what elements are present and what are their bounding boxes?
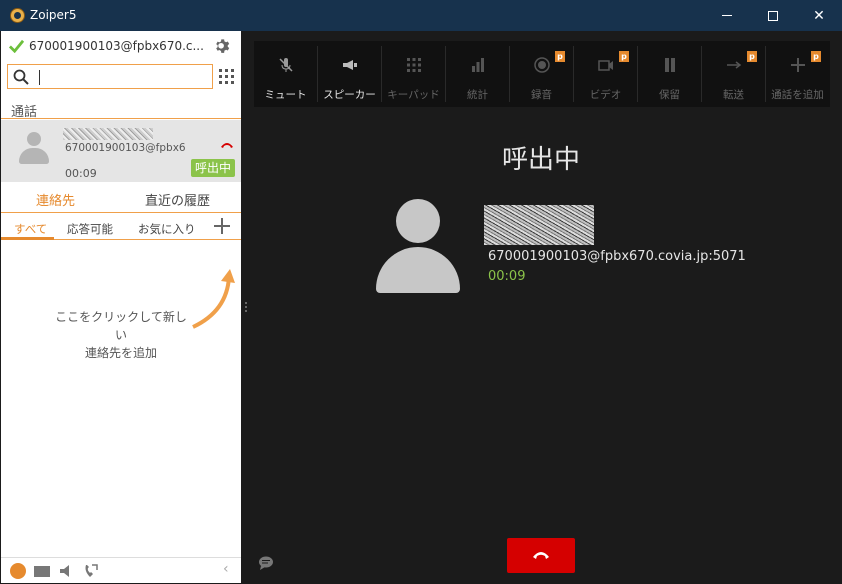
premium-badge: p <box>811 51 821 62</box>
phone-icon[interactable] <box>10 563 26 579</box>
premium-badge: p <box>619 51 629 62</box>
call-timer: 00:09 <box>488 269 526 284</box>
video-label: ビデオ <box>589 89 622 101</box>
tab-contacts[interactable]: 連絡先 <box>36 190 75 209</box>
title-bar: Zoiper5 ✕ <box>0 0 842 31</box>
left-panel: 670001900103@fpbx670.c... 通話 67000190010… <box>1 31 241 583</box>
filter-underline <box>1 237 54 240</box>
collapse-panel-icon[interactable]: ‹ <box>223 561 239 577</box>
zoiper-logo-icon <box>10 8 25 23</box>
hold-button[interactable]: 保留 <box>638 41 701 107</box>
keypad-icon <box>407 58 421 72</box>
hangup-icon <box>533 552 549 559</box>
curved-arrow-icon <box>192 269 235 329</box>
account-row[interactable]: 670001900103@fpbx670.c... <box>1 31 241 61</box>
record-button[interactable]: p 録音 <box>510 41 573 107</box>
active-call-item[interactable]: 670001900103@fpbx6... 00:09 呼出中 <box>1 120 241 182</box>
gear-icon[interactable] <box>214 38 231 55</box>
video-button[interactable]: p ビデオ <box>574 41 637 107</box>
calls-section-label: 通話 <box>11 105 38 120</box>
contact-filters: すべて 応答可能 お気に入り <box>1 214 241 240</box>
video-icon <box>598 60 613 71</box>
speaker-icon[interactable] <box>59 563 75 579</box>
dialpad-icon[interactable] <box>219 69 234 84</box>
hint-line-2: 連絡先を追加 <box>84 346 157 360</box>
speaker-button[interactable]: スピーカー <box>318 41 381 107</box>
transfer-icon <box>727 61 742 69</box>
minimize-button[interactable] <box>704 0 750 31</box>
hint-line-1: ここをクリックして新しい <box>55 310 187 342</box>
blurred-contact-name <box>484 205 594 245</box>
window-title: Zoiper5 <box>30 8 77 22</box>
record-icon <box>534 57 550 73</box>
tab-recent[interactable]: 直近の履歴 <box>145 190 210 209</box>
search-icon <box>13 69 29 85</box>
calls-section-header: 通話 <box>1 97 241 120</box>
speaker-label: スピーカー <box>323 89 376 101</box>
speaker-icon <box>343 60 357 70</box>
chat-icon[interactable] <box>258 556 274 570</box>
filter-favorites[interactable]: お気に入り <box>138 221 196 237</box>
close-button[interactable]: ✕ <box>796 0 842 31</box>
panel-splitter[interactable] <box>241 31 251 583</box>
add-call-button[interactable]: p 通話を追加 <box>766 41 829 107</box>
call-status-title: 呼出中 <box>501 145 580 175</box>
check-icon <box>9 39 24 53</box>
filter-all[interactable]: すべて <box>14 221 47 237</box>
mute-button[interactable]: ミュート <box>254 41 317 107</box>
search-box[interactable] <box>7 64 213 89</box>
stats-button[interactable]: 統計 <box>446 41 509 107</box>
keypad-label: キーパッド <box>387 89 440 101</box>
contact-avatar-icon <box>376 199 460 293</box>
add-call-label: 通話を追加 <box>771 89 824 101</box>
mail-icon[interactable] <box>34 566 50 577</box>
premium-badge: p <box>747 51 757 62</box>
account-name: 670001900103@fpbx670.c... <box>29 39 204 53</box>
search-input[interactable] <box>42 66 208 87</box>
bottom-bar: ‹ <box>1 557 241 583</box>
record-label: 録音 <box>531 89 552 101</box>
add-contact-icon[interactable] <box>214 218 230 234</box>
call-item-time: 00:09 <box>65 167 97 180</box>
contact-address: 670001900103@fpbx670.covia.jp:5071 <box>488 249 746 264</box>
avatar-icon <box>19 132 49 166</box>
add-call-icon <box>791 58 805 72</box>
transfer-button[interactable]: p 転送 <box>702 41 765 107</box>
stats-icon <box>472 58 484 72</box>
mute-label: ミュート <box>264 89 307 101</box>
stats-label: 統計 <box>467 89 488 101</box>
hangup-button[interactable] <box>507 538 575 573</box>
call-toolbar: ミュート スピーカー キーパッド 統計 p 録音 p ビデオ 保留 p 転送 p… <box>254 41 830 107</box>
hold-icon <box>665 58 675 72</box>
blurred-contact-name <box>63 128 153 140</box>
call-panel: ミュート スピーカー キーパッド 統計 p 録音 p ビデオ 保留 p 転送 p… <box>251 31 841 583</box>
premium-badge: p <box>555 51 565 62</box>
transfer-label: 転送 <box>723 89 744 101</box>
call-forward-icon[interactable] <box>83 563 99 579</box>
call-item-address: 670001900103@fpbx6... <box>65 142 185 154</box>
mic-muted-icon <box>279 58 293 72</box>
maximize-button[interactable] <box>750 0 796 31</box>
filter-available[interactable]: 応答可能 <box>67 221 113 237</box>
splitter-grip-icon <box>245 302 247 312</box>
status-badge: 呼出中 <box>191 159 236 177</box>
hold-label: 保留 <box>659 89 680 101</box>
contact-tabs: 連絡先 直近の履歴 <box>1 183 241 213</box>
add-contact-hint[interactable]: ここをクリックして新しい 連絡先を追加 <box>51 308 191 362</box>
keypad-button[interactable]: キーパッド <box>382 41 445 107</box>
text-caret <box>39 70 40 85</box>
hangup-icon[interactable] <box>220 141 234 149</box>
